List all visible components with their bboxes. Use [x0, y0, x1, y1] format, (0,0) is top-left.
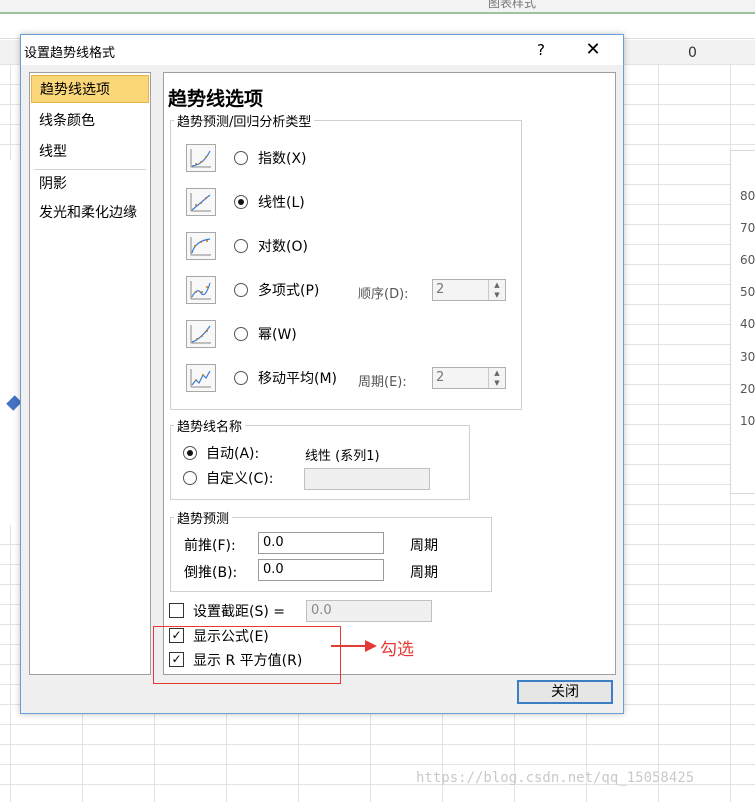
order-stepper[interactable]: 2 ▲ ▼ — [432, 279, 506, 301]
moving-average-label: 移动平均(M) — [258, 371, 338, 387]
forward-input[interactable]: 0.0 — [258, 532, 384, 554]
chart-fragment-left — [0, 160, 21, 525]
backward-unit: 周期 — [410, 565, 438, 581]
exponential-label: 指数(X) — [258, 151, 307, 167]
nav-item-shadow[interactable]: 阴影 — [31, 170, 149, 198]
regression-type-group-title: 趋势预测/回归分析类型 — [174, 111, 315, 130]
dialog-titlebar[interactable]: 设置趋势线格式 ? ✕ — [21, 35, 623, 65]
watermark: https://blog.csdn.net/qq_15058425 — [416, 770, 695, 786]
order-value: 2 — [436, 282, 445, 297]
y-axis-tick-label: 80 — [740, 189, 755, 203]
custom-name-label: 自定义(C): — [206, 471, 274, 487]
close-icon[interactable]: ✕ — [579, 38, 607, 62]
moving-average-chart-icon — [186, 364, 216, 392]
nav-item-trendline-options[interactable]: 趋势线选项 — [31, 75, 149, 103]
custom-name-radio[interactable] — [183, 471, 197, 485]
linear-radio[interactable] — [234, 195, 248, 209]
y-axis-tick-label: 60 — [740, 253, 755, 267]
logarithmic-radio[interactable] — [234, 239, 248, 253]
column-header-label: 0 — [688, 45, 697, 61]
set-intercept-checkbox[interactable] — [169, 603, 184, 618]
ribbon-chart-styles-label: 图表样式 — [488, 0, 537, 10]
annotation-text: 勾选 — [380, 640, 414, 660]
backward-label: 倒推(B): — [184, 565, 238, 581]
spin-up-icon[interactable]: ▲ — [489, 368, 505, 378]
power-label: 幂(W) — [258, 327, 297, 343]
forward-label: 前推(F): — [184, 538, 236, 554]
forecast-group-title: 趋势预测 — [174, 508, 233, 527]
linear-label: 线性(L) — [258, 195, 305, 211]
auto-name-radio[interactable] — [183, 446, 197, 460]
annotation-arrow-icon — [331, 640, 377, 652]
exponential-radio[interactable] — [234, 151, 248, 165]
nav-item-line-style[interactable]: 线型 — [31, 138, 149, 166]
period-label: 周期(E): — [358, 375, 407, 390]
power-chart-icon — [186, 320, 216, 348]
order-label: 顺序(D): — [358, 287, 409, 302]
close-button[interactable]: 关闭 — [517, 680, 613, 704]
forward-unit: 周期 — [410, 538, 438, 554]
period-stepper[interactable]: 2 ▲ ▼ — [432, 367, 506, 389]
nav-item-glow-soft-edges[interactable]: 发光和柔化边缘 — [31, 199, 149, 227]
custom-name-input[interactable] — [304, 468, 430, 490]
trendline-name-group-title: 趋势线名称 — [174, 416, 246, 435]
section-heading: 趋势线选项 — [168, 88, 264, 110]
dialog-title: 设置趋势线格式 — [24, 46, 116, 61]
logarithmic-label: 对数(O) — [258, 239, 308, 255]
backward-input[interactable]: 0.0 — [258, 559, 384, 581]
set-intercept-label: 设置截距(S) = — [193, 604, 285, 620]
nav-item-line-color[interactable]: 线条颜色 — [31, 107, 149, 135]
auto-name-value: 线性 (系列1) — [305, 449, 380, 464]
annotation-highlight-box — [153, 626, 341, 684]
y-axis-tick-label: 40 — [740, 317, 755, 331]
y-axis-tick-label: 30 — [740, 350, 755, 364]
intercept-input[interactable]: 0.0 — [306, 600, 432, 622]
category-nav: 趋势线选项 线条颜色 线型 阴影 发光和柔化边缘 — [29, 72, 151, 675]
moving-average-radio[interactable] — [234, 371, 248, 385]
y-axis-tick-label: 70 — [740, 221, 755, 235]
period-value: 2 — [436, 370, 445, 385]
logarithmic-chart-icon — [186, 232, 216, 260]
help-button[interactable]: ? — [529, 38, 553, 62]
linear-chart-icon — [186, 188, 216, 216]
spin-down-icon[interactable]: ▼ — [489, 290, 505, 300]
polynomial-radio[interactable] — [234, 283, 248, 297]
polynomial-label: 多项式(P) — [258, 283, 320, 299]
spin-down-icon[interactable]: ▼ — [489, 378, 505, 388]
exponential-chart-icon — [186, 144, 216, 172]
y-axis-tick-label: 20 — [740, 382, 755, 396]
y-axis-tick-label: 10 — [740, 414, 755, 428]
ribbon-strip — [0, 0, 755, 14]
spin-up-icon[interactable]: ▲ — [489, 280, 505, 290]
polynomial-chart-icon — [186, 276, 216, 304]
y-axis-tick-label: 50 — [740, 285, 755, 299]
power-radio[interactable] — [234, 327, 248, 341]
auto-name-label: 自动(A): — [206, 446, 260, 462]
